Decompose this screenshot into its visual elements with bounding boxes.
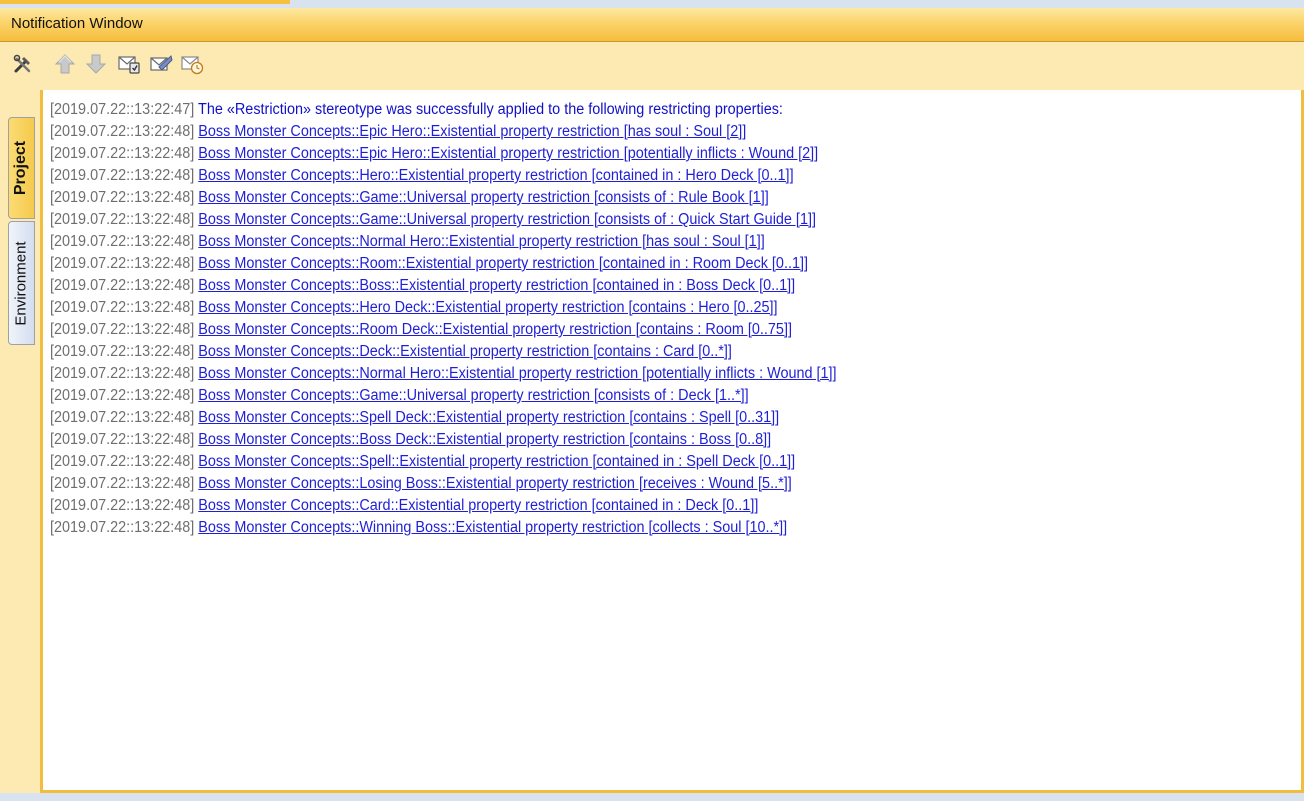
restriction-link[interactable]: Boss Monster Concepts::Hero::Existential… <box>198 167 793 184</box>
log-entry-row: [2019.07.22::13:22:48] Boss Monster Conc… <box>50 407 837 429</box>
restriction-link[interactable]: Boss Monster Concepts::Hero Deck::Existe… <box>198 299 777 316</box>
arrow-down-icon[interactable] <box>84 52 108 76</box>
clear-messages-icon[interactable] <box>117 52 141 76</box>
log-entry-row: [2019.07.22::13:22:48] Boss Monster Conc… <box>50 429 837 451</box>
log-timestamp: [2019.07.22::13:22:48] <box>50 453 195 470</box>
restriction-link[interactable]: Boss Monster Concepts::Normal Hero::Exis… <box>198 365 836 382</box>
log-timestamp: [2019.07.22::13:22:48] <box>50 211 195 228</box>
restriction-link[interactable]: Boss Monster Concepts::Spell Deck::Exist… <box>198 409 779 426</box>
log-entry-row: [2019.07.22::13:22:48] Boss Monster Conc… <box>50 253 837 275</box>
log-timestamp: [2019.07.22::13:22:48] <box>50 255 195 272</box>
tab-project[interactable]: Project <box>8 117 35 219</box>
log-header-row: [2019.07.22::13:22:47] The «Restriction»… <box>50 99 837 121</box>
tab-environment[interactable]: Environment <box>8 221 35 345</box>
restriction-link[interactable]: Boss Monster Concepts::Card::Existential… <box>198 497 758 514</box>
log-entry-row: [2019.07.22::13:22:48] Boss Monster Conc… <box>50 451 837 473</box>
log-timestamp: [2019.07.22::13:22:48] <box>50 519 195 536</box>
restriction-link[interactable]: Boss Monster Concepts::Game::Universal p… <box>198 387 748 404</box>
toolbar <box>0 42 1304 90</box>
tab-project-label: Project <box>12 140 30 196</box>
restriction-link[interactable]: Boss Monster Concepts::Spell::Existentia… <box>198 453 795 470</box>
log-timestamp: [2019.07.22::13:22:48] <box>50 167 195 184</box>
restriction-link[interactable]: Boss Monster Concepts::Boss Deck::Existe… <box>198 431 771 448</box>
window-title-bar[interactable]: Notification Window <box>0 8 1304 42</box>
arrow-up-icon[interactable] <box>53 52 77 76</box>
notification-log: [2019.07.22::13:22:47] The «Restriction»… <box>50 99 896 539</box>
log-timestamp: [2019.07.22::13:22:48] <box>50 343 195 360</box>
log-timestamp: [2019.07.22::13:22:48] <box>50 123 195 140</box>
log-entry-row: [2019.07.22::13:22:48] Boss Monster Conc… <box>50 231 837 253</box>
window-bottom-edge <box>0 793 1304 801</box>
tools-icon[interactable] <box>11 52 35 76</box>
log-entry-row: [2019.07.22::13:22:48] Boss Monster Conc… <box>50 209 837 231</box>
restriction-link[interactable]: Boss Monster Concepts::Normal Hero::Exis… <box>198 233 764 250</box>
restriction-link[interactable]: Boss Monster Concepts::Deck::Existential… <box>198 343 732 360</box>
log-entry-row: [2019.07.22::13:22:48] Boss Monster Conc… <box>50 121 837 143</box>
restriction-link[interactable]: Boss Monster Concepts::Room::Existential… <box>198 255 808 272</box>
log-entry-row: [2019.07.22::13:22:48] Boss Monster Conc… <box>50 495 837 517</box>
log-timestamp: [2019.07.22::13:22:48] <box>50 409 195 426</box>
log-timestamp: [2019.07.22::13:22:47] <box>50 101 195 118</box>
restriction-link[interactable]: Boss Monster Concepts::Epic Hero::Existe… <box>198 123 746 140</box>
restriction-link[interactable]: Boss Monster Concepts::Boss::Existential… <box>198 277 795 294</box>
log-message: The «Restriction» stereotype was success… <box>198 101 783 118</box>
restriction-link[interactable]: Boss Monster Concepts::Losing Boss::Exis… <box>198 475 791 492</box>
log-entry-row: [2019.07.22::13:22:48] Boss Monster Conc… <box>50 319 837 341</box>
window-title: Notification Window <box>11 15 143 32</box>
log-timestamp: [2019.07.22::13:22:48] <box>50 233 195 250</box>
restriction-link[interactable]: Boss Monster Concepts::Winning Boss::Exi… <box>198 519 787 536</box>
timestamp-message-icon[interactable] <box>180 52 204 76</box>
log-entry-row: [2019.07.22::13:22:48] Boss Monster Conc… <box>50 517 837 539</box>
window-top-edge <box>0 0 1304 8</box>
active-window-indicator <box>0 0 290 4</box>
tab-environment-label: Environment <box>13 240 30 326</box>
log-entry-row: [2019.07.22::13:22:48] Boss Monster Conc… <box>50 187 837 209</box>
restriction-link[interactable]: Boss Monster Concepts::Game::Universal p… <box>198 189 768 206</box>
notification-log-panel[interactable]: [2019.07.22::13:22:47] The «Restriction»… <box>40 90 1304 793</box>
side-tab-strip: Project Environment <box>0 90 42 801</box>
log-entry-row: [2019.07.22::13:22:48] Boss Monster Conc… <box>50 297 837 319</box>
restriction-link[interactable]: Boss Monster Concepts::Epic Hero::Existe… <box>198 145 818 162</box>
log-entry-row: [2019.07.22::13:22:48] Boss Monster Conc… <box>50 473 837 495</box>
log-entry-row: [2019.07.22::13:22:48] Boss Monster Conc… <box>50 363 837 385</box>
restriction-link[interactable]: Boss Monster Concepts::Game::Universal p… <box>198 211 816 228</box>
log-timestamp: [2019.07.22::13:22:48] <box>50 189 195 206</box>
log-timestamp: [2019.07.22::13:22:48] <box>50 321 195 338</box>
log-entry-row: [2019.07.22::13:22:48] Boss Monster Conc… <box>50 143 837 165</box>
log-entry-row: [2019.07.22::13:22:48] Boss Monster Conc… <box>50 385 837 407</box>
log-entry-row: [2019.07.22::13:22:48] Boss Monster Conc… <box>50 275 837 297</box>
log-timestamp: [2019.07.22::13:22:48] <box>50 497 195 514</box>
log-timestamp: [2019.07.22::13:22:48] <box>50 145 195 162</box>
log-timestamp: [2019.07.22::13:22:48] <box>50 475 195 492</box>
mark-read-icon[interactable] <box>149 52 173 76</box>
log-timestamp: [2019.07.22::13:22:48] <box>50 365 195 382</box>
log-timestamp: [2019.07.22::13:22:48] <box>50 277 195 294</box>
log-entry-row: [2019.07.22::13:22:48] Boss Monster Conc… <box>50 165 837 187</box>
log-timestamp: [2019.07.22::13:22:48] <box>50 299 195 316</box>
log-timestamp: [2019.07.22::13:22:48] <box>50 431 195 448</box>
restriction-link[interactable]: Boss Monster Concepts::Room Deck::Existe… <box>198 321 792 338</box>
log-timestamp: [2019.07.22::13:22:48] <box>50 387 195 404</box>
log-entry-row: [2019.07.22::13:22:48] Boss Monster Conc… <box>50 341 837 363</box>
